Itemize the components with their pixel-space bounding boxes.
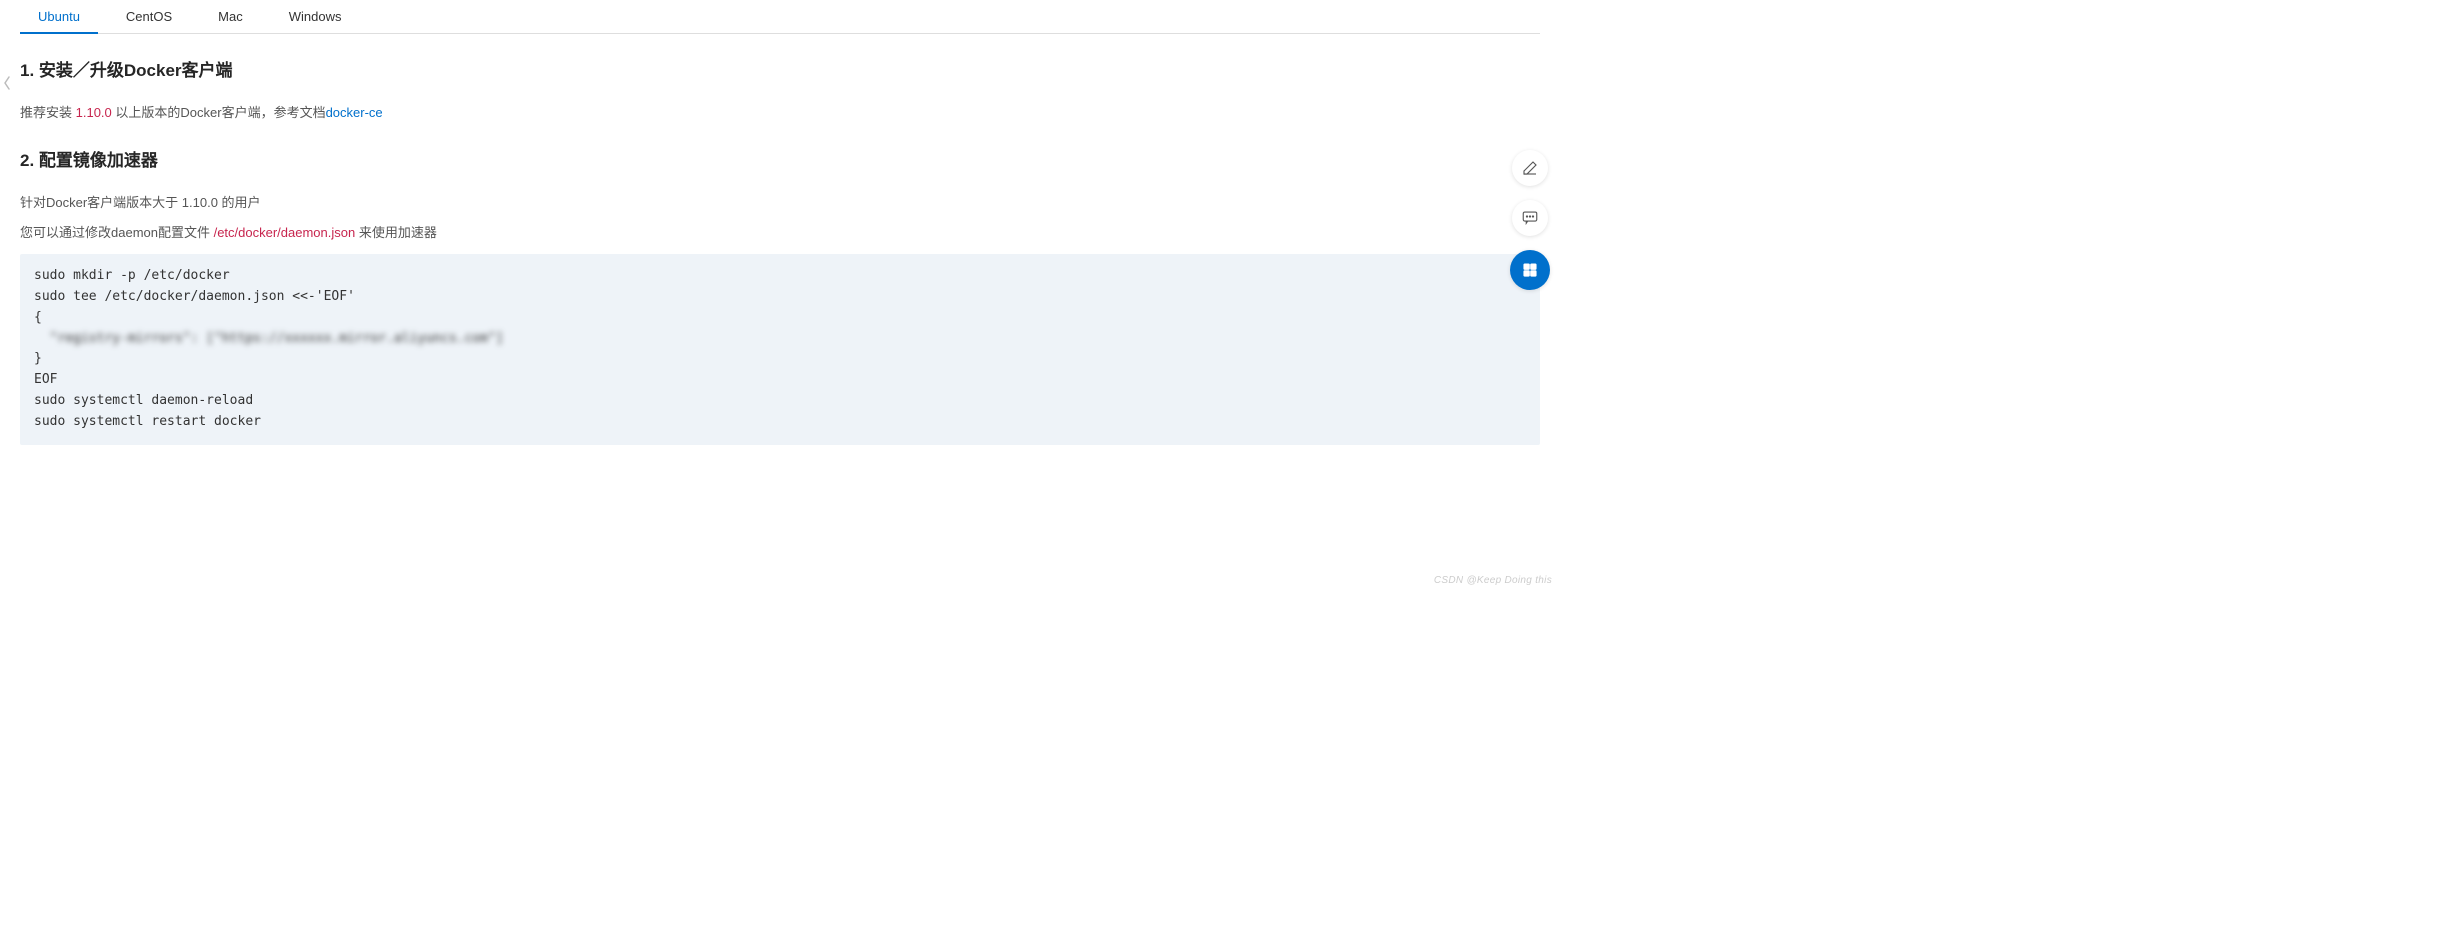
text: 您可以通过修改daemon配置文件 [20, 225, 214, 240]
section-2-title: 2. 配置镜像加速器 [20, 146, 1540, 171]
os-tabs: Ubuntu CentOS Mac Windows [20, 0, 1540, 34]
pencil-icon [1521, 159, 1539, 177]
section-1-title: 1. 安装／升级Docker客户端 [20, 56, 1540, 81]
chat-icon [1521, 209, 1539, 227]
side-actions [1510, 150, 1550, 290]
code-line: EOF [34, 372, 57, 387]
collapse-left-button[interactable] [0, 68, 14, 98]
section-2-line2: 您可以通过修改daemon配置文件 /etc/docker/daemon.jso… [20, 221, 1540, 244]
code-line: sudo systemctl daemon-reload [34, 393, 253, 408]
section-1-text: 推荐安装 1.10.0 以上版本的Docker客户端，参考文档docker-ce [20, 101, 1540, 124]
apps-button[interactable] [1510, 250, 1550, 290]
code-line: } [34, 351, 42, 366]
code-line: { [34, 310, 42, 325]
text: 来使用加速器 [355, 225, 437, 240]
code-line: sudo tee /etc/docker/daemon.json <<-'EOF… [34, 289, 355, 304]
tab-mac[interactable]: Mac [200, 1, 261, 34]
code-block[interactable]: sudo mkdir -p /etc/docker sudo tee /etc/… [20, 254, 1540, 444]
tab-ubuntu[interactable]: Ubuntu [20, 1, 98, 34]
tab-windows[interactable]: Windows [271, 1, 360, 34]
code-line: sudo mkdir -p /etc/docker [34, 268, 230, 283]
code-line: sudo systemctl restart docker [34, 414, 261, 429]
section-2-line1: 针对Docker客户端版本大于 1.10.0 的用户 [20, 191, 1540, 214]
edit-button[interactable] [1512, 150, 1548, 186]
docker-ce-link[interactable]: docker-ce [326, 105, 383, 120]
grid-icon [1521, 261, 1539, 279]
watermark: CSDN @Keep Doing this [1434, 575, 1552, 586]
text: 以上版本的Docker客户端，参考文档 [112, 105, 326, 120]
config-path: /etc/docker/daemon.json [214, 225, 356, 240]
code-line-blurred: "registry-mirrors": ["https://xxxxxx.mir… [34, 331, 504, 346]
feedback-button[interactable] [1512, 200, 1548, 236]
text: 推荐安装 [20, 105, 76, 120]
version-number: 1.10.0 [76, 105, 112, 120]
tab-centos[interactable]: CentOS [108, 1, 190, 34]
